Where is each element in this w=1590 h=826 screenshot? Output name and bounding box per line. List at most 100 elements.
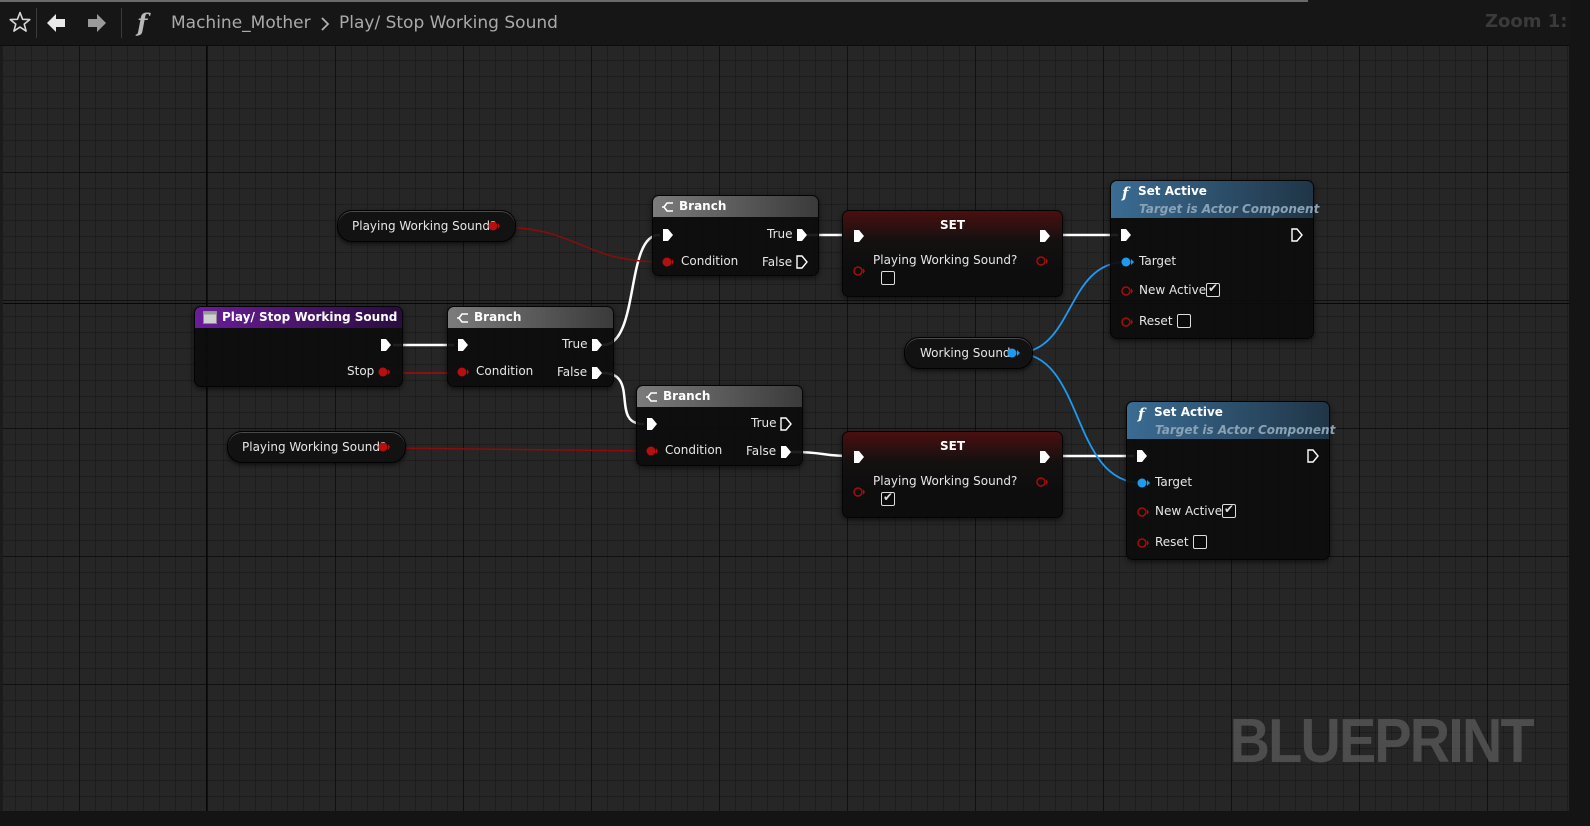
node-title: Branch	[679, 199, 727, 213]
bool-pin-icon[interactable]	[661, 256, 675, 268]
variable-label: Working Sound	[920, 346, 1011, 360]
object-pin-icon[interactable]	[1136, 477, 1152, 489]
pin-label: New Active	[1139, 283, 1207, 297]
bool-pin-icon[interactable]	[645, 445, 659, 457]
svg-text:f: f	[1137, 405, 1147, 422]
node-header: f Set Active Target is Actor Component	[1127, 402, 1335, 439]
checkmark-icon: ✔	[883, 490, 894, 504]
pin-label: Target	[1139, 254, 1177, 268]
pin-label: True	[562, 337, 588, 351]
node-header: Branch	[448, 307, 613, 328]
value-checkbox-unchecked[interactable]	[881, 271, 895, 285]
exec-pin-outline-icon[interactable]	[1307, 449, 1319, 463]
exec-pin-outline-icon[interactable]	[1291, 228, 1303, 242]
node-header: f Set Active Target is Actor Component	[1111, 181, 1319, 218]
exec-pin-icon[interactable]	[591, 366, 603, 380]
node-title: Play/ Stop Working Sound	[222, 310, 398, 324]
variable-label: Playing Working Sound?	[242, 440, 387, 454]
pin-label: Reset	[1139, 314, 1173, 328]
bool-pin-outline-icon[interactable]	[1120, 285, 1134, 297]
pin-label: Target	[1155, 475, 1193, 489]
exec-pin-icon[interactable]	[646, 417, 658, 431]
pin-label: Reset	[1155, 535, 1189, 549]
pin-label: True	[767, 227, 793, 241]
node-subtitle: Target is Actor Component	[1155, 423, 1336, 437]
set-variable-node[interactable]: SET Playing Working Sound? ✔	[842, 431, 1063, 518]
checkmark-icon: ✔	[1208, 281, 1219, 295]
set-active-function-node[interactable]: f Set Active Target is Actor Component T…	[1110, 180, 1319, 339]
exec-pin-icon[interactable]	[662, 228, 674, 242]
pin-label: False	[557, 365, 588, 379]
object-pin-icon[interactable]	[1006, 347, 1022, 359]
blueprint-editor: f Machine_Mother Play/ Stop Working Soun…	[0, 0, 1590, 826]
pin-label: True	[751, 416, 777, 430]
pin-label: Stop	[347, 364, 375, 378]
event-icon	[203, 311, 217, 324]
branch-icon	[662, 202, 673, 212]
svg-text:f: f	[1121, 184, 1131, 201]
get-variable-node[interactable]: Playing Working Sound?	[337, 210, 516, 242]
checkmark-icon: ✔	[1224, 502, 1235, 516]
node-title: SET	[939, 218, 966, 232]
function-entry-node[interactable]: Play/ Stop Working Sound Stop	[194, 306, 403, 387]
pin-label: Playing Working Sound?	[873, 474, 1018, 488]
node-header: Play/ Stop Working Sound	[195, 307, 402, 328]
bool-pin-outline-icon[interactable]	[1136, 506, 1150, 518]
variable-label: Playing Working Sound?	[352, 219, 497, 233]
bool-pin-outline-icon[interactable]	[852, 486, 866, 498]
exec-pin-icon[interactable]	[780, 445, 792, 459]
object-pin-icon[interactable]	[1120, 256, 1136, 268]
bool-pin-icon[interactable]	[487, 220, 501, 232]
pin-label: New Active	[1155, 504, 1223, 518]
exec-pin-icon[interactable]	[1120, 228, 1132, 242]
exec-pin-icon[interactable]	[796, 228, 808, 242]
exec-pin-icon[interactable]	[380, 338, 392, 352]
set-active-function-node[interactable]: f Set Active Target is Actor Component T…	[1126, 401, 1335, 560]
branch-node[interactable]: Branch True Condition False	[636, 385, 803, 466]
node-subtitle: Target is Actor Component	[1139, 202, 1320, 216]
function-icon: f	[1137, 405, 1147, 422]
bool-pin-outline-icon[interactable]	[1120, 316, 1134, 328]
working-sound-variable-node[interactable]: Working Sound	[904, 337, 1033, 369]
pin-label: Condition	[681, 254, 739, 268]
branch-node[interactable]: Branch True Condition False	[447, 306, 614, 387]
bool-wire	[387, 447, 650, 452]
window-frame-right	[1569, 0, 1590, 826]
window-frame-bottom	[0, 811, 1590, 826]
exec-pin-icon[interactable]	[1039, 229, 1051, 243]
branch-icon	[646, 392, 657, 402]
exec-pin-icon[interactable]	[853, 450, 865, 464]
node-title: Branch	[474, 310, 522, 324]
node-title: SET	[939, 439, 966, 453]
bool-pin-icon[interactable]	[456, 366, 470, 378]
bool-pin-outline-icon[interactable]	[1035, 476, 1049, 488]
reset-checkbox-unchecked[interactable]	[1177, 314, 1191, 328]
node-header: Branch	[637, 386, 802, 407]
exec-pin-outline-icon[interactable]	[796, 255, 808, 269]
branch-node[interactable]: Branch True Condition False	[652, 195, 819, 276]
exec-pin-icon[interactable]	[1136, 449, 1148, 463]
branch-icon	[457, 313, 468, 323]
bool-pin-icon[interactable]	[377, 441, 391, 453]
set-variable-node[interactable]: SET Playing Working Sound?	[842, 210, 1063, 297]
value-checkbox-checked[interactable]: ✔	[881, 490, 895, 506]
new-active-checkbox-checked[interactable]: ✔	[1222, 502, 1236, 518]
reset-checkbox-unchecked[interactable]	[1193, 535, 1207, 549]
pin-label: Playing Working Sound?	[873, 253, 1018, 267]
bool-pin-outline-icon[interactable]	[1136, 537, 1150, 549]
pin-label: False	[746, 444, 777, 458]
exec-pin-icon[interactable]	[591, 338, 603, 352]
node-title: Set Active	[1138, 184, 1207, 198]
bool-pin-icon[interactable]	[377, 366, 391, 378]
new-active-checkbox-checked[interactable]: ✔	[1206, 281, 1220, 297]
function-icon: f	[1121, 184, 1131, 201]
node-title: Set Active	[1154, 405, 1223, 419]
exec-pin-icon[interactable]	[457, 338, 469, 352]
pin-label: Condition	[476, 364, 534, 378]
bool-pin-outline-icon[interactable]	[1035, 255, 1049, 267]
exec-pin-outline-icon[interactable]	[780, 417, 792, 431]
get-variable-node[interactable]: Playing Working Sound?	[227, 431, 406, 463]
bool-pin-outline-icon[interactable]	[852, 265, 866, 277]
exec-pin-icon[interactable]	[1039, 450, 1051, 464]
exec-pin-icon[interactable]	[853, 229, 865, 243]
